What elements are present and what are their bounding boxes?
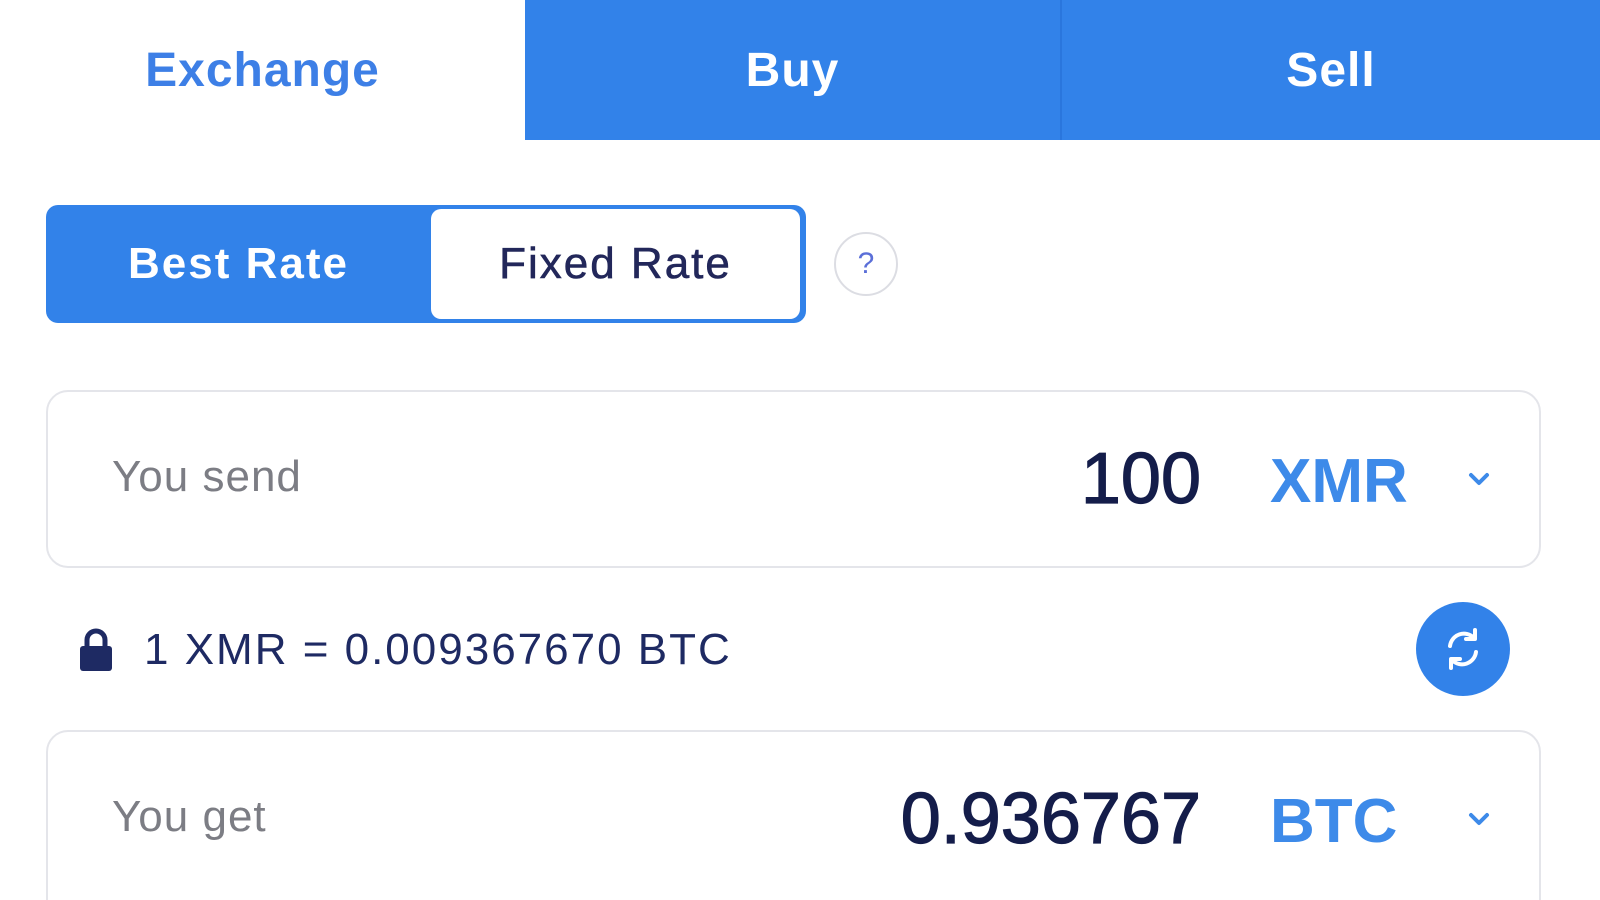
tab-sell[interactable]: Sell — [1060, 0, 1600, 140]
best-rate-button[interactable]: Best Rate — [46, 205, 431, 323]
tab-buy[interactable]: Buy — [525, 0, 1060, 140]
chevron-down-icon[interactable] — [1464, 804, 1494, 834]
tab-exchange[interactable]: Exchange — [0, 0, 525, 140]
get-amount-output: 0.936767 — [900, 778, 1202, 859]
send-amount-input[interactable]: 100 — [1080, 438, 1201, 520]
exchange-rate-text: 1 XMR = 0.009367670 BTC — [144, 625, 732, 674]
tab-bar: Exchange Buy Sell — [0, 0, 1600, 140]
get-amount-field: You get 0.936767 BTC — [46, 730, 1541, 900]
get-currency-select[interactable]: BTC — [1270, 786, 1397, 857]
swap-currencies-button[interactable] — [1416, 602, 1510, 696]
send-currency-select[interactable]: XMR — [1270, 446, 1408, 517]
get-label: You get — [112, 792, 267, 841]
fixed-rate-button[interactable]: Fixed Rate — [431, 209, 800, 319]
swap-icon — [1448, 628, 1478, 670]
exchange-rate-info: 1 XMR = 0.009367670 BTC — [78, 620, 732, 680]
help-icon[interactable]: ? — [834, 232, 898, 296]
send-amount-field: You send 100 XMR — [46, 390, 1541, 568]
chevron-down-icon[interactable] — [1464, 464, 1494, 494]
send-label: You send — [112, 452, 302, 501]
lock-icon — [80, 628, 112, 671]
rate-type-toggle: Best Rate Fixed Rate — [46, 205, 806, 323]
